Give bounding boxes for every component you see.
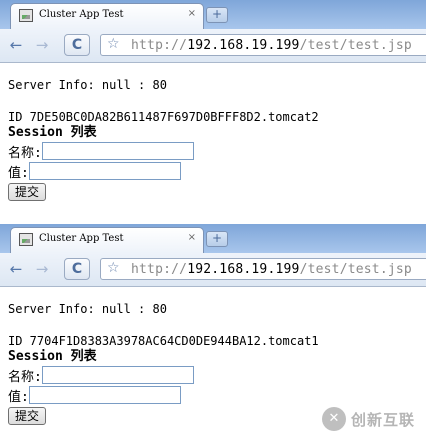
server-info-text: Server Info: null : 80 xyxy=(8,78,167,92)
server-info-text: Server Info: null : 80 xyxy=(8,302,167,316)
tab-close-icon[interactable]: × xyxy=(188,8,196,19)
value-input[interactable] xyxy=(28,162,181,180)
address-url: http://192.168.19.199/test/test.jsp xyxy=(131,262,412,277)
forward-arrow-icon[interactable]: → xyxy=(32,259,52,279)
new-tab-button[interactable]: + xyxy=(206,7,228,23)
name-input[interactable] xyxy=(41,142,194,160)
reload-button[interactable]: C xyxy=(64,258,90,280)
page-favicon-icon xyxy=(19,233,33,246)
tab-cluster-app-test[interactable]: Cluster App Test × xyxy=(10,227,204,253)
address-url: http://192.168.19.199/test/test.jsp xyxy=(131,38,412,53)
submit-button[interactable]: 提交 xyxy=(8,407,47,425)
window-separator xyxy=(0,208,426,224)
page-favicon-icon xyxy=(19,9,33,22)
watermark-text: 创新互联 xyxy=(351,410,416,429)
value-label: 值: xyxy=(8,165,29,181)
back-arrow-icon[interactable]: ← xyxy=(6,259,26,279)
tab-title: Cluster App Test xyxy=(39,9,124,20)
url-path: /test/test.jsp xyxy=(299,262,412,277)
url-host: 192.168.19.199 xyxy=(187,38,300,53)
name-label: 名称: xyxy=(8,369,42,385)
name-field-row: 名称: xyxy=(8,141,426,161)
url-scheme: http:// xyxy=(131,262,188,277)
bookmark-star-icon[interactable]: ☆ xyxy=(107,260,120,276)
page-content: Server Info: null : 80 ID 7DE50BC0DA82B6… xyxy=(0,63,426,201)
address-bar[interactable]: ☆ http://192.168.19.199/test/test.jsp xyxy=(100,258,426,280)
browser-window-2: Cluster App Test × + ← → C ☆ http://192.… xyxy=(0,224,426,438)
tab-strip: Cluster App Test × + xyxy=(0,0,426,29)
value-field-row: 值: xyxy=(8,161,426,181)
session-id-text: ID 7DE50BC0DA82B611487F697D0BFFF8D2.tomc… xyxy=(8,110,319,124)
session-id-text: ID 7704F1D8383A3978AC64CD0DE944BA12.tomc… xyxy=(8,334,319,348)
watermark-logo-icon: ✕ xyxy=(322,407,346,431)
back-arrow-icon[interactable]: ← xyxy=(6,35,26,55)
reload-button[interactable]: C xyxy=(64,34,90,56)
browser-toolbar: ← → C ☆ http://192.168.19.199/test/test.… xyxy=(0,29,426,63)
url-path: /test/test.jsp xyxy=(299,38,412,53)
submit-button[interactable]: 提交 xyxy=(8,183,47,201)
session-list-heading: Session 列表 xyxy=(8,125,97,140)
value-label: 值: xyxy=(8,389,29,405)
name-field-row: 名称: xyxy=(8,365,426,385)
tab-strip: Cluster App Test × + xyxy=(0,224,426,253)
tab-close-icon[interactable]: × xyxy=(188,232,196,243)
name-label: 名称: xyxy=(8,145,42,161)
session-list-heading: Session 列表 xyxy=(8,349,97,364)
bookmark-star-icon[interactable]: ☆ xyxy=(107,36,120,52)
url-scheme: http:// xyxy=(131,38,188,53)
browser-window-1: Cluster App Test × + ← → C ☆ http://192.… xyxy=(0,0,426,208)
browser-toolbar: ← → C ☆ http://192.168.19.199/test/test.… xyxy=(0,253,426,287)
value-input[interactable] xyxy=(28,386,181,404)
address-bar[interactable]: ☆ http://192.168.19.199/test/test.jsp xyxy=(100,34,426,56)
name-input[interactable] xyxy=(41,366,194,384)
value-field-row: 值: xyxy=(8,385,426,405)
watermark: ✕ 创新互联 xyxy=(322,404,422,434)
new-tab-button[interactable]: + xyxy=(206,231,228,247)
tab-title: Cluster App Test xyxy=(39,233,124,244)
forward-arrow-icon[interactable]: → xyxy=(32,35,52,55)
url-host: 192.168.19.199 xyxy=(187,262,300,277)
tab-cluster-app-test[interactable]: Cluster App Test × xyxy=(10,3,204,29)
